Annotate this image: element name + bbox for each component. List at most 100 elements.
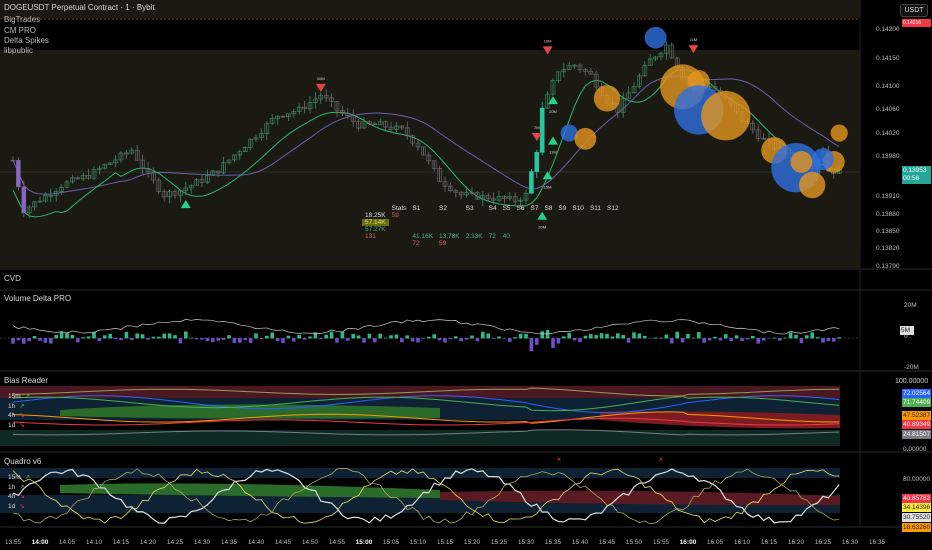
arrow-down-icon: ↘	[19, 421, 25, 429]
volume-delta-bar	[383, 337, 388, 339]
volume-delta-bar	[616, 333, 620, 339]
volume-delta-bar	[178, 338, 183, 344]
bias-reader-title[interactable]: Bias Reader	[4, 376, 48, 385]
volume-delta-bar	[146, 338, 150, 340]
stats-value: 72	[412, 240, 420, 247]
volume-delta-bar	[718, 338, 723, 341]
volume-delta-bar	[805, 335, 809, 339]
volume-delta-bar	[427, 336, 431, 339]
indicator-value-tag: 71.74409	[902, 398, 931, 407]
volume-delta-bar	[97, 338, 102, 342]
stats-value: 59	[391, 212, 399, 219]
price-axis-label: 0.13910	[876, 193, 900, 200]
time-axis-label: 15:15	[436, 539, 454, 546]
bias-fill-red	[600, 411, 840, 429]
chart-canvas[interactable]: 10M 10M 7M 20M 11M 15M 11M 20M × ×	[0, 0, 932, 550]
arrow-up-icon: ↗	[19, 483, 25, 491]
volume-delta-bar	[551, 338, 555, 349]
stats-header: S2	[439, 205, 447, 212]
volume-delta-bar	[583, 335, 588, 339]
bias-axis-label: 0.00000	[903, 446, 927, 453]
indicator-value-tag: 34.14396	[902, 503, 931, 512]
volume-delta-title[interactable]: Volume Delta PRO	[4, 294, 71, 303]
volume-delta-bar	[135, 333, 139, 339]
volume-delta-bar	[103, 335, 107, 339]
volume-delta-bar	[610, 336, 615, 339]
stats-value: 41.16K	[412, 233, 434, 240]
stats-value: 131	[365, 233, 376, 240]
volume-delta-bar	[540, 331, 544, 339]
volume-delta-bar	[22, 338, 26, 344]
volume-delta-bar	[400, 338, 404, 343]
stats-value: 2.33K	[465, 233, 483, 240]
indicator-value-tag: 30.75520	[902, 513, 931, 522]
time-axis-label: 15:45	[598, 539, 616, 546]
sell-bubble	[799, 171, 826, 199]
indicator-cm-pro[interactable]: CM PRO	[4, 26, 36, 35]
volume-delta-bar	[637, 333, 642, 339]
arrow-down-icon: ↘	[19, 493, 25, 500]
indicator-delta-spikes[interactable]: Delta Spikes	[4, 36, 49, 45]
volume-delta-bar	[367, 333, 372, 339]
volume-delta-bar	[475, 338, 480, 342]
volume-delta-bar	[502, 338, 507, 339]
timeframe-label: 4h	[8, 412, 16, 419]
price-axis-label: 0.13980	[876, 153, 900, 160]
cvd-title[interactable]: CVD	[4, 274, 21, 283]
timeframe-bias-1h: 1h ↗	[8, 483, 25, 491]
indicator-bigtrades[interactable]: BigTrades	[4, 15, 40, 24]
indicator-legend-band	[0, 18, 860, 50]
volume-delta-bar	[308, 336, 312, 339]
candle	[539, 107, 545, 153]
marker-label: 11M	[549, 150, 556, 155]
stats-value: 13.78K	[439, 233, 460, 240]
symbol-title: DOGEUSDT Perpetual Contract · 1 · Bybit	[4, 3, 155, 12]
bias-zone-green	[0, 430, 840, 446]
volume-delta-bar	[626, 338, 631, 343]
volume-delta-bar	[702, 338, 706, 343]
volume-delta-bar	[211, 338, 215, 343]
timeframe-bias-4h: 4h ↘	[8, 492, 25, 500]
bias-axis-label: 100.00000	[895, 378, 929, 385]
volume-delta-bar	[535, 338, 539, 345]
volume-delta-bar	[788, 332, 793, 339]
currency-button[interactable]: USDT	[900, 4, 928, 17]
marker-label: 15M	[544, 184, 552, 189]
volume-delta-bar	[562, 336, 566, 339]
timeframe-label: 1d	[8, 502, 16, 510]
stats-header: S4	[488, 205, 497, 212]
volume-delta-bar	[340, 331, 345, 339]
current-price: 0.13953	[903, 167, 927, 174]
stats-header: S7	[530, 205, 539, 212]
volume-delta-bar	[378, 333, 382, 339]
volume-delta-bar	[691, 337, 696, 339]
volume-delta-bar	[76, 338, 80, 343]
time-axis-label: 16:20	[787, 539, 805, 546]
volume-delta-bar	[821, 338, 825, 343]
time-axis-label: 16:35	[868, 539, 886, 546]
indicator-libpublic[interactable]: libpublic	[4, 46, 33, 55]
volume-delta-bar	[799, 338, 804, 344]
volume-delta-bar	[605, 333, 609, 339]
stats-header: Stats	[391, 205, 407, 212]
marker-label: 10M	[317, 76, 325, 81]
time-axis-label: 14:05	[58, 539, 76, 546]
volume-delta-bar	[529, 338, 534, 352]
volume-delta-bar	[140, 334, 145, 339]
volume-delta-bar	[751, 335, 755, 339]
volume-delta-bar	[254, 333, 258, 339]
sell-bubble	[830, 124, 848, 142]
arrow-down-icon: ↘	[19, 502, 25, 510]
time-axis-label: 14:35	[220, 539, 238, 546]
volume-delta-bar	[767, 338, 771, 339]
timeframe-bias-1d: 1d ↘	[8, 502, 25, 510]
quadro-title[interactable]: Quadro v6	[4, 457, 41, 466]
arrow-up-icon: ↗	[24, 393, 31, 400]
volume-delta-bar	[740, 338, 744, 342]
volume-delta-bar	[643, 335, 647, 339]
volume-delta-bar	[238, 338, 242, 343]
volume-delta-bar	[232, 338, 237, 344]
time-axis-label: 13:55	[4, 539, 22, 546]
volume-delta-bar	[11, 338, 15, 344]
time-axis-label: 15:25	[490, 539, 508, 546]
